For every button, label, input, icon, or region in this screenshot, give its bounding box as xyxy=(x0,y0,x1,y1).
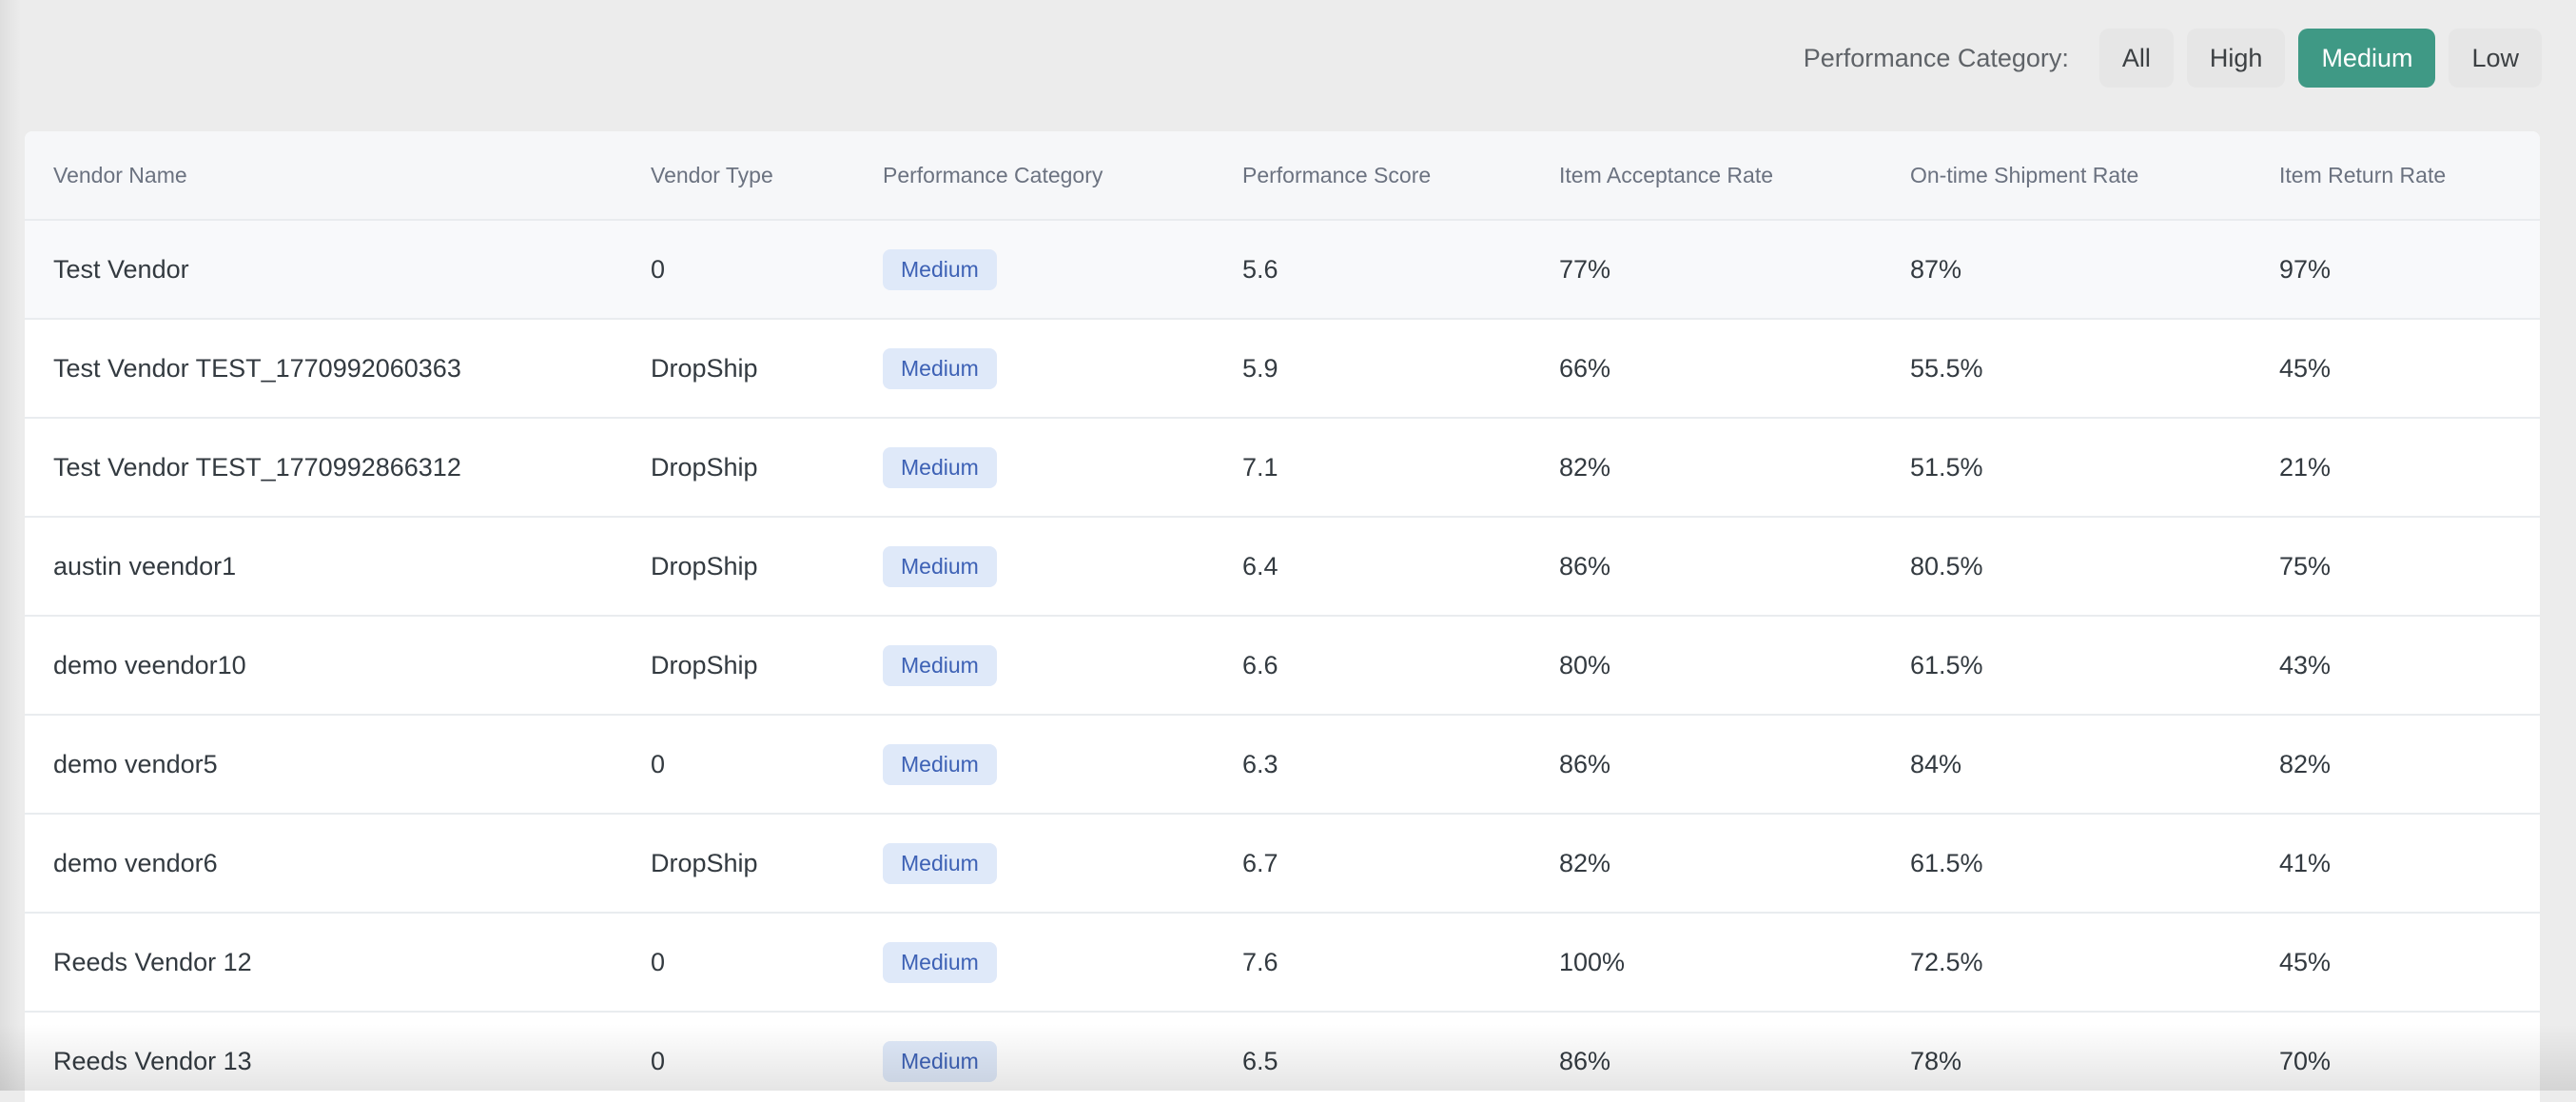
cell-vendor-type: DropShip xyxy=(651,848,758,877)
table-row[interactable]: Test Vendor TEST_1770992866312 DropShip Me… xyxy=(25,419,2540,518)
cell-vendor-type: 0 xyxy=(651,1046,666,1075)
cell-performance-category: Medium xyxy=(883,518,997,615)
cell-vendor-type: 0 xyxy=(651,947,666,976)
column-header-on-time-shipment-rate[interactable]: On-time Shipment Rate xyxy=(1910,131,2138,219)
left-edge-shadow xyxy=(0,0,21,1091)
category-badge: Medium xyxy=(883,545,997,587)
column-header-performance-category[interactable]: Performance Category xyxy=(883,131,1103,219)
category-badge: Medium xyxy=(883,347,997,389)
cell-vendor-type: DropShip xyxy=(651,452,758,482)
category-badge: Medium xyxy=(883,446,997,488)
cell-on-time: 87% xyxy=(1910,254,1962,284)
cell-performance-category: Medium xyxy=(883,221,997,318)
column-header-item-return-rate[interactable]: Item Return Rate xyxy=(2279,131,2446,219)
cell-score: 5.9 xyxy=(1242,353,1278,383)
table-row[interactable]: Reeds Vendor 13 0 Medium 6.5 86% 78% 70% xyxy=(25,1013,2540,1102)
table-header-row: Vendor Name Vendor Type Performance Cate… xyxy=(25,131,2540,221)
vendor-table: Vendor Name Vendor Type Performance Cate… xyxy=(25,131,2540,1102)
cell-return-rate: 41% xyxy=(2279,848,2332,877)
table-row[interactable]: Test Vendor TEST_1770992060363 DropShip Me… xyxy=(25,320,2540,419)
cell-vendor-name: Reeds Vendor 12 xyxy=(53,947,252,976)
cell-return-rate: 45% xyxy=(2279,947,2332,976)
cell-score: 6.3 xyxy=(1242,749,1278,778)
cell-return-rate: 43% xyxy=(2279,650,2332,679)
cell-return-rate: 21% xyxy=(2279,452,2332,482)
cell-score: 6.7 xyxy=(1242,848,1278,877)
cell-return-rate: 45% xyxy=(2279,353,2332,383)
filter-medium-button[interactable]: Medium xyxy=(2298,29,2436,88)
cell-return-rate: 97% xyxy=(2279,254,2332,284)
cell-performance-category: Medium xyxy=(883,1013,997,1102)
cell-vendor-name: Test Vendor TEST_1770992866312 xyxy=(53,452,461,482)
table-row[interactable]: demo veendor10 DropShip Medium 6.6 80% 61.5% 4… xyxy=(25,617,2540,716)
column-header-performance-score[interactable]: Performance Score xyxy=(1242,131,1431,219)
cell-score: 7.1 xyxy=(1242,452,1278,482)
cell-on-time: 80.5% xyxy=(1910,551,1983,581)
cell-vendor-type: DropShip xyxy=(651,650,758,679)
filter-all-button[interactable]: All xyxy=(2098,29,2174,88)
cell-vendor-name: austin veendor1 xyxy=(53,551,237,581)
table-row[interactable]: demo vendor5 0 Medium 6.3 86% 84% 82% xyxy=(25,716,2540,815)
cell-vendor-name: demo veendor10 xyxy=(53,650,246,679)
cell-acceptance: 66% xyxy=(1559,353,1611,383)
category-badge: Medium xyxy=(883,842,997,884)
cell-performance-category: Medium xyxy=(883,815,997,912)
cell-vendor-type: DropShip xyxy=(651,353,758,383)
cell-performance-category: Medium xyxy=(883,320,997,417)
column-header-vendor-type[interactable]: Vendor Type xyxy=(651,131,773,219)
cell-acceptance: 82% xyxy=(1559,452,1611,482)
cell-acceptance: 77% xyxy=(1559,254,1611,284)
cell-acceptance: 82% xyxy=(1559,848,1611,877)
column-header-vendor-name[interactable]: Vendor Name xyxy=(53,131,187,219)
cell-acceptance: 86% xyxy=(1559,551,1611,581)
column-header-item-acceptance-rate[interactable]: Item Acceptance Rate xyxy=(1559,131,1773,219)
cell-score: 7.6 xyxy=(1242,947,1278,976)
filter-label: Performance Category: xyxy=(1803,43,2069,72)
table-row[interactable]: austin veendor1 DropShip Medium 6.4 86% 80.5%… xyxy=(25,518,2540,617)
cell-acceptance: 100% xyxy=(1559,947,1626,976)
cell-vendor-name: demo vendor5 xyxy=(53,749,218,778)
cell-return-rate: 70% xyxy=(2279,1046,2332,1075)
filter-high-button[interactable]: High xyxy=(2186,29,2286,88)
category-badge: Medium xyxy=(883,743,997,785)
cell-performance-category: Medium xyxy=(883,419,997,516)
cell-acceptance: 86% xyxy=(1559,749,1611,778)
cell-on-time: 78% xyxy=(1910,1046,1962,1075)
cell-acceptance: 86% xyxy=(1559,1046,1611,1075)
cell-score: 6.6 xyxy=(1242,650,1278,679)
cell-on-time: 61.5% xyxy=(1910,848,1983,877)
cell-performance-category: Medium xyxy=(883,716,997,813)
cell-return-rate: 75% xyxy=(2279,551,2332,581)
cell-on-time: 61.5% xyxy=(1910,650,1983,679)
cell-score: 6.5 xyxy=(1242,1046,1278,1075)
cell-on-time: 55.5% xyxy=(1910,353,1983,383)
table-row[interactable]: Reeds Vendor 12 0 Medium 7.6 100% 72.5% 45% xyxy=(25,914,2540,1013)
cell-on-time: 51.5% xyxy=(1910,452,1983,482)
cell-acceptance: 80% xyxy=(1559,650,1611,679)
table-row[interactable]: demo vendor6 DropShip Medium 6.7 82% 61.5% 41% xyxy=(25,815,2540,914)
cell-on-time: 72.5% xyxy=(1910,947,1983,976)
category-badge: Medium xyxy=(883,941,997,983)
cell-vendor-type: 0 xyxy=(651,749,666,778)
cell-vendor-type: 0 xyxy=(651,254,666,284)
filter-low-button[interactable]: Low xyxy=(2449,29,2542,88)
cell-score: 5.6 xyxy=(1242,254,1278,284)
cell-score: 6.4 xyxy=(1242,551,1278,581)
category-badge: Medium xyxy=(883,644,997,686)
cell-vendor-type: DropShip xyxy=(651,551,758,581)
category-badge: Medium xyxy=(883,1040,997,1082)
cell-vendor-name: Test Vendor TEST_1770992060363 xyxy=(53,353,461,383)
cell-performance-category: Medium xyxy=(883,914,997,1011)
cell-vendor-name: demo vendor6 xyxy=(53,848,218,877)
table-row[interactable]: Test Vendor 0 Medium 5.6 77% 87% 97% xyxy=(25,221,2540,320)
cell-performance-category: Medium xyxy=(883,617,997,714)
cell-return-rate: 82% xyxy=(2279,749,2332,778)
cell-vendor-name: Reeds Vendor 13 xyxy=(53,1046,252,1075)
category-badge: Medium xyxy=(883,248,997,290)
page: Performance Category: All High Medium Lo… xyxy=(0,0,2576,1102)
cell-vendor-name: Test Vendor xyxy=(53,254,189,284)
performance-category-filter: Performance Category: All High Medium Lo… xyxy=(1804,29,2542,88)
cell-on-time: 84% xyxy=(1910,749,1962,778)
